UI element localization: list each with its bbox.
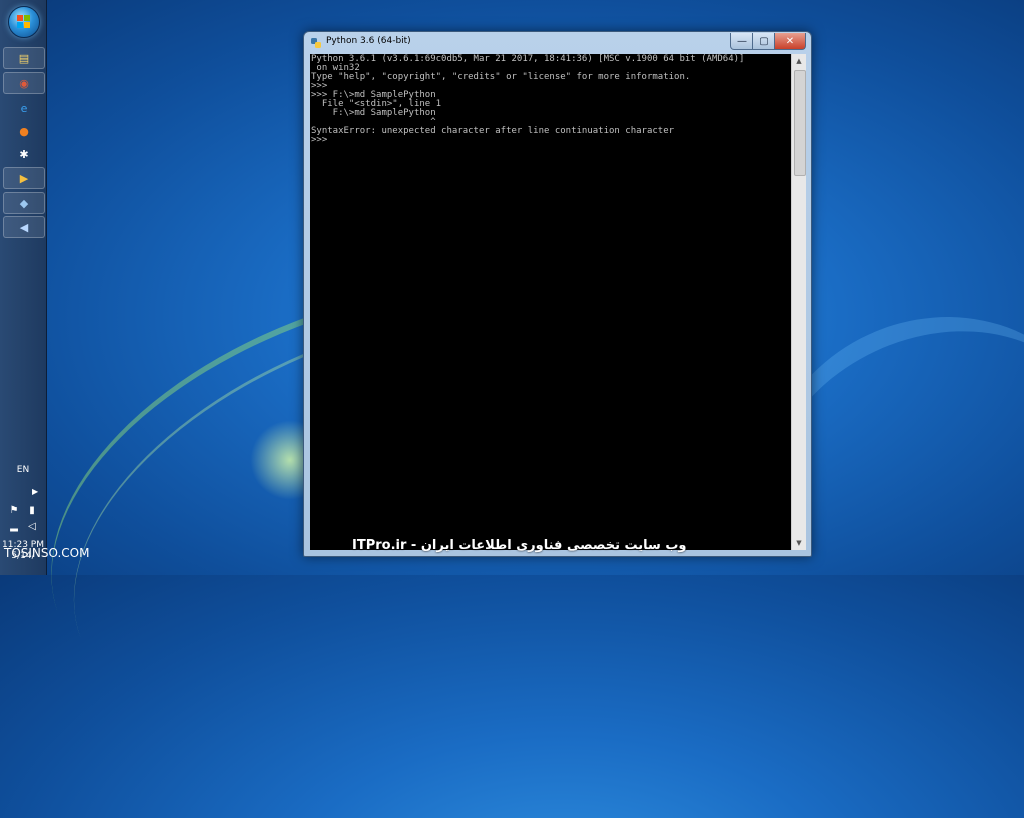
tool-icon: ✱	[19, 147, 29, 161]
scroll-down-arrow-icon[interactable]: ▼	[792, 536, 806, 550]
volume-icon[interactable]: ◁	[26, 521, 38, 532]
console-line: Python 3.6.1 (v3.6.1:69c0db5, Mar 21 201…	[311, 54, 745, 64]
console-line: Type "help", "copyright", "credits" or "…	[311, 72, 691, 82]
console-line: SyntaxError: unexpected character after …	[311, 126, 675, 136]
taskbar-tool-button[interactable]: ✱	[3, 143, 45, 165]
taskbar-back-button[interactable]: ◀	[3, 216, 45, 238]
title-bar[interactable]: Python 3.6 (64-bit) — ▢ ✕	[304, 32, 811, 54]
internet-explorer-icon: e	[20, 101, 28, 115]
power-icon[interactable]: ▮	[26, 505, 38, 516]
start-button[interactable]	[8, 6, 40, 38]
network-icon: ◆	[19, 196, 29, 210]
language-indicator[interactable]: EN	[0, 465, 46, 475]
action-center-flag-icon[interactable]: ⚑	[8, 505, 20, 516]
maximize-button[interactable]: ▢	[752, 33, 776, 50]
explorer-icon: ▤	[18, 51, 30, 65]
back-icon: ◀	[19, 220, 29, 234]
scroll-thumb[interactable]	[794, 70, 806, 176]
taskbar-network-button[interactable]: ◆	[3, 192, 45, 214]
vertical-scrollbar[interactable]: ▲ ▼	[791, 54, 806, 550]
windows-logo-icon	[17, 15, 31, 29]
console-line: >>>	[311, 135, 328, 145]
chrome-icon: ◉	[19, 76, 29, 90]
scroll-up-arrow-icon[interactable]: ▲	[792, 54, 806, 68]
taskbar: ▤ ◉ e ● ✱ ▶ ◆ ◀ EN ▶ ⚑ ▮ ▂ ◁ 11:23 PM 5/14/	[0, 0, 47, 575]
watermark-itpro: ITPro.ir - وب سایت تخصصی فناوری اطلاعات …	[352, 538, 687, 553]
python-logo-icon	[311, 38, 321, 48]
taskbar-chrome-button[interactable]: ◉	[3, 72, 45, 94]
close-button[interactable]: ✕	[774, 33, 806, 50]
taskbar-media-player-button[interactable]: ▶	[3, 167, 45, 189]
window-title: Python 3.6 (64-bit)	[326, 36, 411, 46]
tray-expand-icon[interactable]: ▶	[32, 487, 38, 496]
console-output[interactable]: Python 3.6.1 (v3.6.1:69c0db5, Mar 21 201…	[310, 54, 791, 550]
minimize-button[interactable]: —	[730, 33, 754, 50]
media-player-icon: ▶	[19, 171, 29, 185]
taskbar-explorer-button[interactable]: ▤	[3, 47, 45, 69]
watermark-tosinso: TOSINSO.COM	[4, 546, 90, 560]
taskbar-internet-explorer-button[interactable]: e	[3, 97, 45, 119]
firefox-icon: ●	[19, 124, 29, 138]
python-console-window[interactable]: Python 3.6 (64-bit) — ▢ ✕ Python 3.6.1 (…	[303, 31, 812, 557]
console-text: Python 3.6.1 (v3.6.1:69c0db5, Mar 21 201…	[310, 54, 791, 145]
taskbar-firefox-button[interactable]: ●	[3, 120, 45, 142]
network-signal-icon[interactable]: ▂	[8, 521, 20, 532]
